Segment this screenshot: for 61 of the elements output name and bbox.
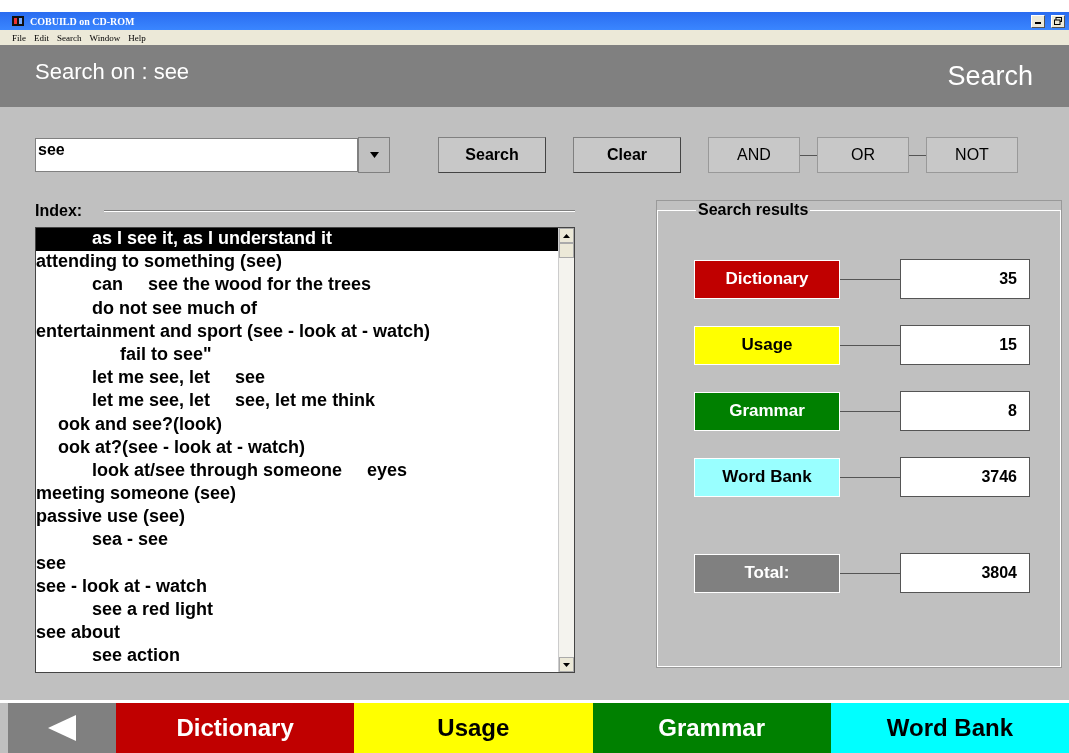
menu-item[interactable]: Edit bbox=[34, 32, 49, 43]
menu-item[interactable]: Window bbox=[89, 32, 121, 43]
up-arrow-icon[interactable] bbox=[563, 233, 570, 238]
index-item[interactable]: sea - see bbox=[36, 529, 558, 553]
index-item[interactable]: do not see much of bbox=[36, 297, 558, 321]
index-item[interactable]: see about bbox=[36, 622, 558, 646]
index-item[interactable]: see action bbox=[36, 645, 558, 669]
index-item[interactable]: can see the wood for the trees bbox=[36, 274, 558, 298]
index-item[interactable]: passive use (see) bbox=[36, 506, 558, 530]
results-title: Search results bbox=[697, 201, 810, 219]
left-arrow-icon bbox=[48, 715, 76, 741]
operator-button[interactable]: AND bbox=[708, 137, 800, 173]
search-field[interactable]: see bbox=[35, 138, 358, 172]
operator-button[interactable]: NOT bbox=[926, 137, 1018, 173]
restore-icon bbox=[1054, 17, 1062, 25]
book-icon bbox=[12, 16, 24, 26]
index-item[interactable]: see a red light bbox=[36, 599, 558, 623]
index-item[interactable]: let me see, let see bbox=[36, 367, 558, 391]
category-tab[interactable]: Word Bank bbox=[830, 703, 1069, 753]
index-item[interactable]: entertainment and sport (see - look at - watch) bbox=[36, 320, 558, 344]
search-button[interactable]: Search bbox=[438, 137, 546, 173]
menu-item[interactable]: Search bbox=[57, 32, 82, 43]
index-item[interactable]: see bbox=[36, 552, 558, 576]
index-label: Index: bbox=[35, 202, 83, 220]
restore-button[interactable] bbox=[1051, 14, 1065, 28]
count-field: 15 bbox=[900, 325, 1030, 365]
caret-icon bbox=[369, 152, 379, 158]
back-button[interactable] bbox=[8, 703, 116, 753]
index-item[interactable]: fail to see" bbox=[36, 343, 558, 368]
dropdown-button[interactable] bbox=[358, 137, 390, 173]
category-label: Dictionary bbox=[694, 259, 840, 299]
operator-button[interactable]: OR bbox=[817, 137, 909, 173]
count-field: 35 bbox=[900, 259, 1030, 299]
index-item[interactable]: see - look at - watch bbox=[36, 575, 558, 599]
clear-button[interactable]: Clear bbox=[573, 137, 681, 173]
category-tab[interactable]: Grammar bbox=[592, 703, 831, 753]
scrollbar[interactable] bbox=[558, 228, 574, 672]
category-label: Word Bank bbox=[694, 457, 840, 497]
index-item[interactable]: meeting someone (see) bbox=[36, 483, 558, 507]
search-heading: Search on : see bbox=[35, 59, 190, 85]
index-item[interactable]: let me see, let see, let me think bbox=[36, 390, 558, 414]
menu-item[interactable]: File bbox=[12, 32, 26, 43]
index-item[interactable]: ook at?(see - look at - watch) bbox=[36, 436, 558, 460]
index-item[interactable]: attending to something (see) bbox=[36, 251, 558, 275]
index-item[interactable]: ook and see?(look) bbox=[36, 413, 558, 437]
index-item[interactable]: look at/see through someone eyes bbox=[36, 459, 558, 484]
count-field: 8 bbox=[900, 391, 1030, 431]
total-field: 3804 bbox=[900, 553, 1030, 593]
scroll-thumb[interactable] bbox=[559, 243, 574, 258]
window-title: COBUILD on CD-ROM bbox=[30, 15, 136, 27]
count-field: 3746 bbox=[900, 457, 1030, 497]
category-label: Grammar bbox=[694, 391, 840, 431]
category-tab[interactable]: Usage bbox=[354, 703, 593, 753]
mode-title: Search bbox=[947, 60, 1033, 92]
total-label: Total: bbox=[694, 553, 840, 593]
index-item[interactable]: as I see it, as I understand it bbox=[36, 228, 558, 252]
category-tab[interactable]: Dictionary bbox=[116, 703, 355, 753]
minimize-button[interactable] bbox=[1031, 14, 1045, 28]
down-arrow-icon[interactable] bbox=[563, 662, 570, 667]
menu-item[interactable]: Help bbox=[128, 32, 146, 43]
category-label: Usage bbox=[694, 325, 840, 365]
